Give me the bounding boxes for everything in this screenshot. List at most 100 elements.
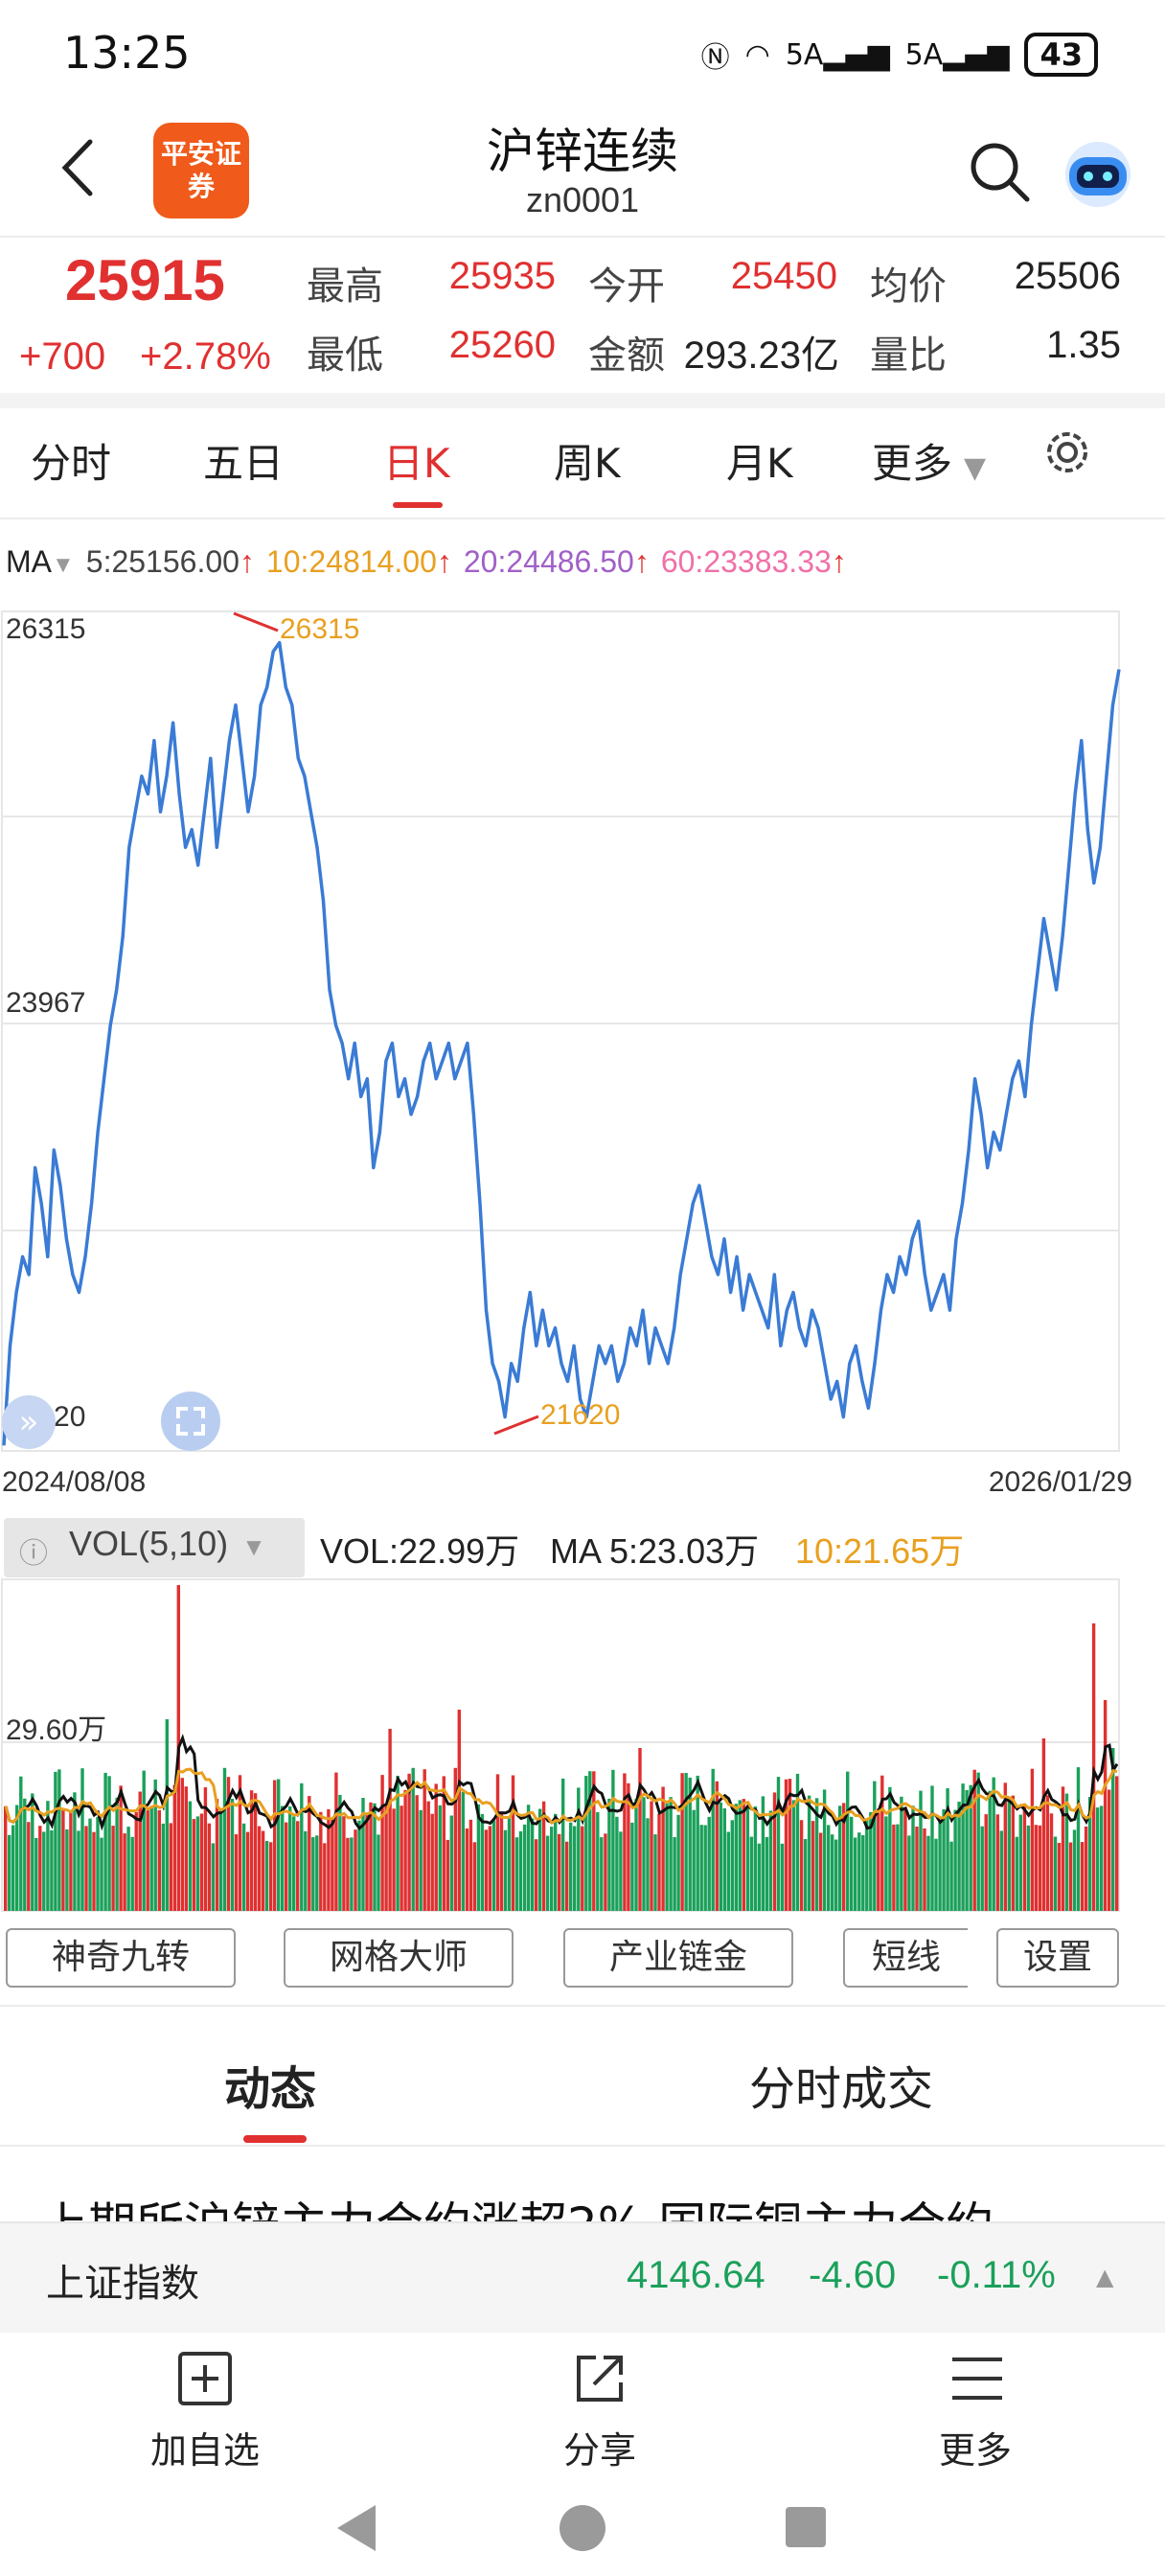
- news-headline[interactable]: 上期所沪锌主力合约涨超2% 国际铜主力合约: [40, 2187, 1132, 2223]
- volume-bar: [892, 1824, 896, 1911]
- volume-bar: [995, 1814, 999, 1911]
- more-menu-icon[interactable]: [948, 2350, 1006, 2407]
- status-time: 13:25: [63, 27, 191, 79]
- volume-bar: [38, 1826, 42, 1911]
- add-watchlist-icon[interactable]: [176, 2350, 234, 2407]
- signal-icon-2: 5A▂▄▆: [904, 37, 1010, 72]
- assistant-robot-icon[interactable]: [1060, 134, 1136, 211]
- volume-bar: [1030, 1768, 1035, 1911]
- volume-bar: [776, 1777, 781, 1911]
- nav-recents-icon[interactable]: [784, 2505, 828, 2549]
- volume-ma5: MA 5:23.03万: [550, 1531, 760, 1571]
- volume-bar: [584, 1776, 588, 1911]
- tab-intraday[interactable]: 分时: [31, 431, 111, 490]
- tool-short-term[interactable]: 短线: [843, 1928, 968, 1988]
- volume-bar: [153, 1779, 157, 1911]
- volume-bar: [665, 1803, 669, 1911]
- volume-bar: [615, 1816, 619, 1911]
- vol-ratio-value: 1.35: [1046, 324, 1121, 366]
- ma-label[interactable]: MA▼: [6, 544, 75, 580]
- volume-bar: [180, 1778, 184, 1911]
- expand-arrows-icon[interactable]: »: [2, 1395, 56, 1449]
- tool-magic-nine[interactable]: 神奇九转: [6, 1928, 236, 1988]
- x-axis-start-date: 2024/08/08: [2, 1466, 147, 1498]
- volume-bar: [388, 1729, 392, 1911]
- volume-bar: [380, 1775, 384, 1911]
- nfc-icon: Ⓝ: [700, 41, 730, 75]
- price-change: +700: [19, 335, 106, 378]
- volume-bar: [569, 1822, 573, 1911]
- volume-bar: [1068, 1842, 1073, 1911]
- tab-five-day[interactable]: 五日: [203, 431, 284, 490]
- volume-bar: [1057, 1843, 1062, 1911]
- volume-bar: [392, 1808, 396, 1911]
- volume-bar: [653, 1834, 657, 1911]
- volume-bar: [926, 1835, 930, 1911]
- add-watchlist-button[interactable]: 加自选: [109, 2421, 301, 2473]
- volume-bar: [292, 1816, 296, 1911]
- volume-bar: [1018, 1814, 1022, 1911]
- volume-bar: [831, 1834, 834, 1911]
- volume-bar: [865, 1818, 869, 1912]
- volume-bar-chart[interactable]: [0, 1577, 1165, 1913]
- tool-settings[interactable]: 设置: [996, 1928, 1119, 1988]
- volume-bar: [953, 1809, 957, 1911]
- volume-indicator-label[interactable]: VOL(5,10) ▼: [69, 1524, 266, 1564]
- volume-bar: [818, 1832, 823, 1911]
- tab-news[interactable]: 动态: [224, 2051, 316, 2118]
- volume-bar: [803, 1839, 808, 1911]
- volume-bar: [169, 1823, 172, 1911]
- volume-bar: [449, 1815, 453, 1911]
- volume-bar: [1099, 1806, 1104, 1911]
- nav-home-icon[interactable]: [558, 2503, 607, 2553]
- tool-industry-chain[interactable]: 产业链金: [563, 1928, 793, 1988]
- volume-bar: [638, 1748, 642, 1911]
- volume-bar: [327, 1808, 331, 1911]
- share-button[interactable]: 分享: [504, 2421, 696, 2473]
- volume-bar: [19, 1776, 23, 1911]
- volume-bar: [434, 1783, 438, 1911]
- volume-bar: [1072, 1829, 1077, 1911]
- volume-bar: [126, 1827, 130, 1911]
- price-line-chart[interactable]: [0, 610, 1165, 1453]
- volume-bar: [115, 1797, 119, 1911]
- search-icon[interactable]: [968, 140, 1031, 203]
- volume-y-label: 29.60万: [6, 1714, 107, 1746]
- tab-tick-trades[interactable]: 分时成交: [749, 2051, 933, 2118]
- volume-bar: [980, 1826, 984, 1911]
- min-price-marker: 21620: [540, 1399, 621, 1431]
- fullscreen-icon[interactable]: [161, 1392, 220, 1451]
- volume-bar: [907, 1835, 911, 1911]
- volume-bar: [623, 1773, 627, 1911]
- volume-bar: [850, 1816, 854, 1911]
- volume-bar: [377, 1834, 380, 1911]
- volume-bar: [1084, 1826, 1088, 1911]
- info-icon[interactable]: ⓘ: [19, 1530, 48, 1572]
- tab-monthly-k[interactable]: 月K: [726, 431, 793, 490]
- min-marker-leader: [493, 1414, 539, 1436]
- share-icon[interactable]: [571, 2350, 628, 2407]
- volume-bar: [1103, 1700, 1108, 1911]
- volume-bar: [1022, 1804, 1027, 1911]
- volume-bar: [680, 1773, 684, 1911]
- tab-weekly-k[interactable]: 周K: [554, 431, 621, 490]
- volume-bar: [369, 1802, 373, 1911]
- volume-bar: [142, 1770, 146, 1911]
- volume-bar: [827, 1825, 831, 1911]
- more-button[interactable]: 更多: [879, 2421, 1071, 2473]
- volume-bar: [172, 1784, 176, 1911]
- tab-daily-k[interactable]: 日K: [383, 431, 450, 490]
- expand-up-icon[interactable]: ▲: [1096, 2264, 1113, 2290]
- volume-bar: [495, 1774, 500, 1911]
- nav-back-icon[interactable]: [333, 2503, 379, 2553]
- ma20-value: 20:24486.50↑: [463, 544, 650, 579]
- gear-icon[interactable]: [1040, 426, 1094, 479]
- volume-bar: [534, 1839, 538, 1911]
- tab-more[interactable]: 更多 ▼: [872, 431, 986, 490]
- tool-grid-master[interactable]: 网格大师: [284, 1928, 514, 1988]
- volume-bar: [419, 1809, 423, 1911]
- volume-bar: [780, 1843, 785, 1911]
- volume-bar: [384, 1806, 388, 1911]
- ma-legend[interactable]: MA▼ 5:25156.00↑ 10:24814.00↑ 20:24486.50…: [6, 544, 847, 580]
- amount-label: 金额: [588, 334, 665, 378]
